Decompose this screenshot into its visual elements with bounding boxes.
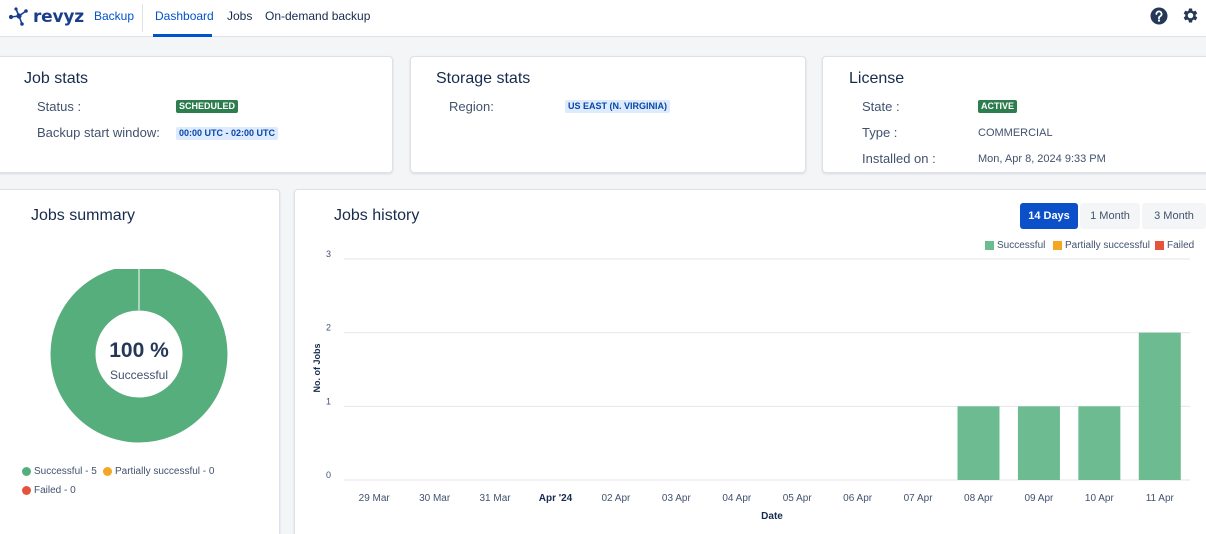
region-badge: US EAST (N. VIRGINIA)	[565, 100, 671, 113]
type-label: Type :	[862, 125, 898, 140]
nav-dashboard[interactable]: Dashboard	[155, 9, 214, 23]
jobs-history-chart: No. of Jobs Date 0 1 2 3 29 Mar 30 Mar 31 Mar A…	[312, 249, 1190, 522]
jobs-summary-donut: 100 % Successful	[50, 269, 228, 443]
nav-divider	[142, 4, 143, 32]
bar-successful-12[interactable]	[1078, 406, 1121, 480]
x-tick-label-8: 06 Apr	[843, 493, 873, 504]
x-tick-label-9: 07 Apr	[904, 493, 934, 504]
bar-successful-11[interactable]	[1017, 406, 1060, 480]
summary-legend-successful-label: Successful - 5	[34, 466, 97, 477]
summary-legend-failed[interactable]: Failed - 0	[22, 485, 76, 496]
failed-dot-icon	[22, 486, 31, 495]
backup-window-label: Backup start window:	[37, 125, 160, 140]
x-tick-label-3: Apr '24	[539, 493, 573, 504]
range-14-days-button[interactable]: 14 Days	[1020, 203, 1078, 229]
logo-text: revyz	[33, 7, 84, 27]
successful-dot-icon	[22, 467, 31, 476]
jobs-summary-title: Jobs summary	[31, 207, 136, 224]
nav-backup[interactable]: Backup	[94, 9, 134, 23]
backup-window-badge: 00:00 UTC - 02:00 UTC	[176, 127, 279, 140]
settings-gear-icon[interactable]	[1181, 6, 1200, 25]
nav-on-demand-backup[interactable]: On-demand backup	[265, 9, 370, 23]
partial-dot-icon	[103, 467, 112, 476]
x-tick-label-0: 29 Mar	[359, 493, 391, 504]
help-icon[interactable]	[1150, 7, 1168, 25]
x-tick-label-2: 31 Mar	[480, 493, 512, 504]
donut-center-label: Successful	[110, 368, 168, 382]
y-tick-label-1: 1	[326, 396, 331, 406]
x-tick-label-1: 30 Mar	[419, 493, 451, 504]
y-tick-label-0: 0	[326, 470, 331, 480]
range-1-month-button[interactable]: 1 Month	[1080, 203, 1140, 229]
installed-label: Installed on :	[862, 151, 936, 166]
revyz-logo[interactable]: revyz	[8, 5, 84, 29]
donut-center-value: 100 %	[109, 339, 169, 362]
bar-successful-10[interactable]	[957, 406, 1000, 480]
x-tick-label-12: 10 Apr	[1085, 493, 1115, 504]
jobs-history-title: Jobs history	[334, 207, 420, 224]
range-3-month-button[interactable]: 3 Month	[1142, 203, 1206, 229]
nav-active-indicator	[153, 34, 212, 37]
license-title: License	[849, 70, 905, 87]
y-tick-label-2: 2	[326, 323, 331, 333]
x-tick-label-4: 02 Apr	[601, 493, 631, 504]
storage-stats-title: Storage stats	[436, 70, 531, 87]
state-badge: ACTIVE	[978, 100, 1018, 113]
x-tick-label-11: 09 Apr	[1024, 493, 1054, 504]
status-badge: SCHEDULED	[176, 100, 239, 113]
job-stats-title: Job stats	[24, 70, 89, 87]
status-label: Status :	[37, 99, 82, 114]
installed-value: Mon, Apr 8, 2024 9:33 PM	[978, 153, 1106, 165]
type-value: COMMERCIAL	[978, 127, 1053, 139]
bar-successful-13[interactable]	[1138, 332, 1181, 480]
revyz-logo-icon	[8, 7, 28, 26]
x-axis-title: Date	[761, 511, 783, 522]
top-navigation: revyz Backup Dashboard Jobs On-demand ba…	[0, 0, 1206, 37]
x-tick-label-7: 05 Apr	[783, 493, 813, 504]
jobs-summary-card: Jobs summary 100 % Successful Successful…	[0, 189, 280, 534]
y-tick-label-3: 3	[326, 249, 331, 259]
region-label: Region:	[449, 99, 494, 114]
summary-legend-failed-label: Failed - 0	[34, 485, 76, 496]
x-tick-label-13: 11 Apr	[1146, 493, 1175, 504]
storage-stats-card: Storage stats Region: US EAST (N. VIRGIN…	[410, 56, 806, 173]
state-label: State :	[862, 99, 900, 114]
job-stats-card: Job stats Status : SCHEDULED Backup star…	[0, 56, 393, 173]
y-axis-title: No. of Jobs	[312, 344, 322, 393]
x-tick-label-5: 03 Apr	[662, 493, 692, 504]
x-tick-label-10: 08 Apr	[964, 493, 994, 504]
license-card: License State : ACTIVE Type : COMMERCIAL…	[822, 56, 1206, 173]
summary-legend-partial-label: Partially successful - 0	[115, 466, 215, 477]
x-tick-label-6: 04 Apr	[722, 493, 752, 504]
summary-legend-partial[interactable]: Partially successful - 0	[103, 466, 214, 477]
nav-jobs[interactable]: Jobs	[227, 9, 252, 23]
summary-legend-successful[interactable]: Successful - 5	[22, 466, 97, 477]
